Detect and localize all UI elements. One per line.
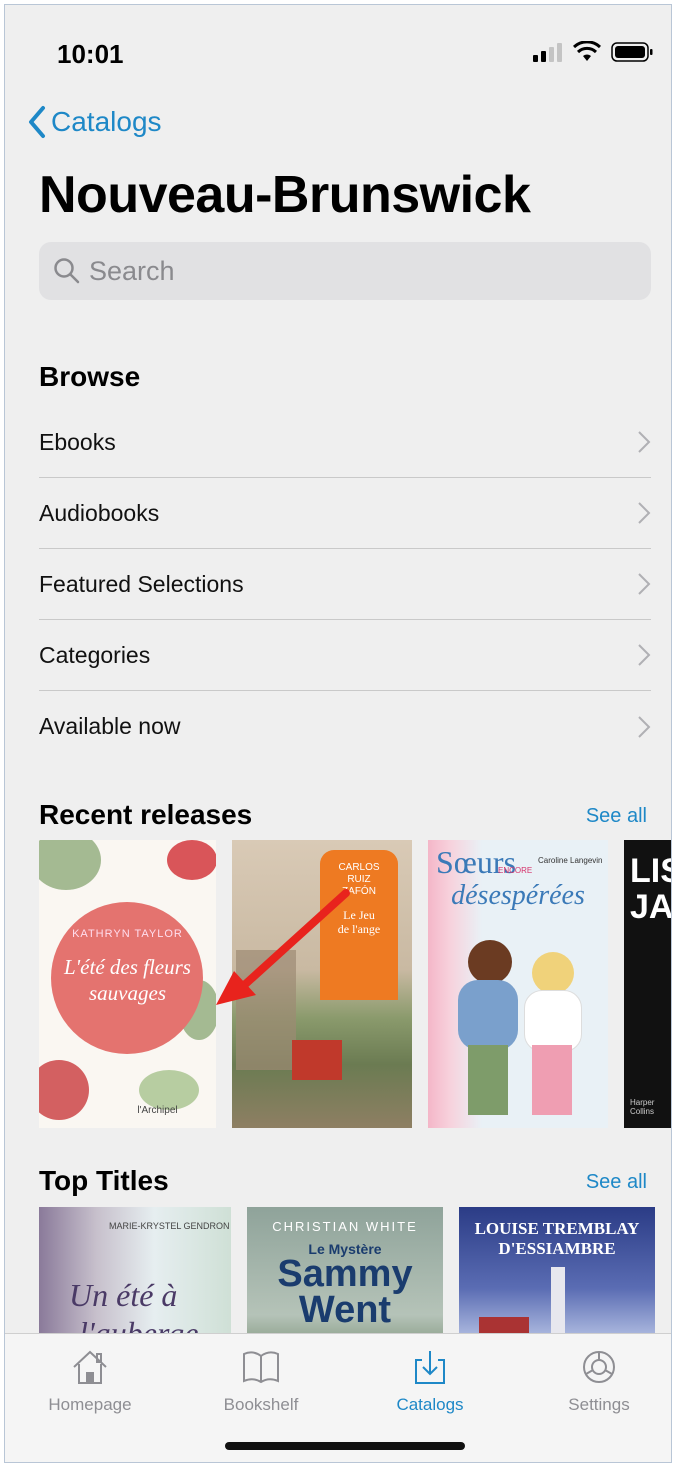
browse-item-audiobooks[interactable]: Audiobooks: [39, 478, 651, 549]
browse-list: Ebooks Audiobooks Featured Selections Ca…: [39, 407, 651, 762]
wifi-icon: [573, 41, 601, 61]
search-input[interactable]: Search: [39, 242, 651, 300]
browse-item-available-now[interactable]: Available now: [39, 691, 651, 762]
cover-author-line1: LOUISE TREMBLAY: [474, 1219, 640, 1238]
search-icon: [54, 258, 80, 284]
tab-label: Settings: [568, 1395, 630, 1414]
cover-title-line2: JA: [630, 888, 672, 926]
cover-author: KATHRYN TAYLOR: [72, 928, 183, 940]
browse-item-label: Categories: [39, 641, 151, 668]
cover-publisher: l'Archipel: [137, 1105, 178, 1116]
cover-title-line2: sauvages: [89, 981, 166, 1005]
cover-title-line1: Un été à: [69, 1277, 178, 1313]
book-cover-soeurs-desesperees[interactable]: Sœurs Caroline Langevin ENCORE désespéré…: [428, 840, 608, 1128]
cover-author-line2: RUIZ: [347, 874, 371, 885]
cover-author-line2: D'ESSIAMBRE: [498, 1239, 616, 1258]
recent-see-all-link[interactable]: See all: [586, 805, 647, 828]
top-titles-header: Top Titles: [39, 1165, 169, 1196]
browse-item-ebooks[interactable]: Ebooks: [39, 407, 651, 478]
tab-catalogs[interactable]: Catalogs: [365, 1348, 495, 1415]
cover-author: CHRISTIAN WHITE: [272, 1219, 418, 1234]
book-cover-ete-des-fleurs[interactable]: KATHRYN TAYLOR L'été des fleurs sauvages…: [39, 840, 216, 1128]
battery-icon: [611, 42, 653, 62]
search-placeholder: Search: [89, 255, 175, 286]
book-cover-partial[interactable]: LIS JA Harper Collins: [624, 840, 672, 1128]
browse-item-label: Audiobooks: [39, 499, 160, 526]
tab-bar: Homepage Bookshelf Catalogs Settings: [5, 1333, 671, 1462]
browse-item-categories[interactable]: Categories: [39, 620, 651, 691]
cover-author: Caroline Langevin: [538, 856, 603, 865]
cover-title-line1: LIS: [630, 852, 671, 890]
cover-title-line2: Sammy: [277, 1253, 413, 1295]
cover-publisher: Harper Collins: [630, 1098, 655, 1116]
back-label: Catalogs: [51, 106, 162, 137]
browse-header: Browse: [39, 361, 141, 392]
chevron-right-icon: [638, 502, 651, 524]
signal-icon: [533, 43, 562, 62]
recent-releases-shelf: KATHRYN TAYLOR L'été des fleurs sauvages…: [39, 840, 672, 1128]
cover-title-line2: désespérées: [451, 880, 585, 911]
chevron-right-icon: [638, 715, 651, 738]
page-title: Nouveau-Brunswick: [39, 166, 531, 224]
tab-label: Bookshelf: [223, 1395, 299, 1414]
chevron-right-icon: [638, 431, 651, 453]
recent-releases-header: Recent releases: [39, 799, 253, 830]
status-icons: [533, 41, 653, 63]
cover-author: MARIE-KRYSTEL GENDRON: [109, 1221, 230, 1231]
browse-item-featured-selections[interactable]: Featured Selections: [39, 549, 651, 620]
gear-icon: [583, 1351, 615, 1383]
status-time: 10:01: [57, 39, 124, 69]
browse-item-label: Available now: [39, 713, 181, 739]
cover-title-line1: L'été des fleurs: [64, 955, 191, 979]
chevron-right-icon: [638, 644, 651, 666]
top-see-all-link[interactable]: See all: [586, 1171, 647, 1194]
chevron-right-icon: [638, 573, 651, 595]
phone-screen: 10:01 Catalogs Nouveau-Brunswick Search …: [4, 4, 672, 1463]
download-icon: [415, 1351, 445, 1384]
cover-author-line1: CARLOS: [338, 862, 380, 873]
status-bar: 10:01: [5, 5, 671, 105]
tab-homepage[interactable]: Homepage: [25, 1348, 155, 1415]
chevron-left-icon: [29, 106, 45, 138]
tab-bookshelf[interactable]: Bookshelf: [196, 1348, 326, 1415]
cover-title-mid: ENCORE: [498, 866, 533, 875]
annotation-arrow: [216, 889, 350, 1005]
book-icon: [243, 1351, 279, 1384]
browse-item-label: Ebooks: [39, 428, 116, 455]
back-button[interactable]: Catalogs: [27, 105, 162, 139]
tab-settings[interactable]: Settings: [534, 1348, 664, 1415]
browse-item-label: Featured Selections: [39, 570, 244, 597]
home-indicator: [225, 1442, 465, 1450]
tab-label: Homepage: [48, 1395, 132, 1414]
home-icon: [73, 1350, 107, 1384]
cover-title-line3: Went: [298, 1289, 392, 1331]
tab-label: Catalogs: [396, 1395, 464, 1414]
